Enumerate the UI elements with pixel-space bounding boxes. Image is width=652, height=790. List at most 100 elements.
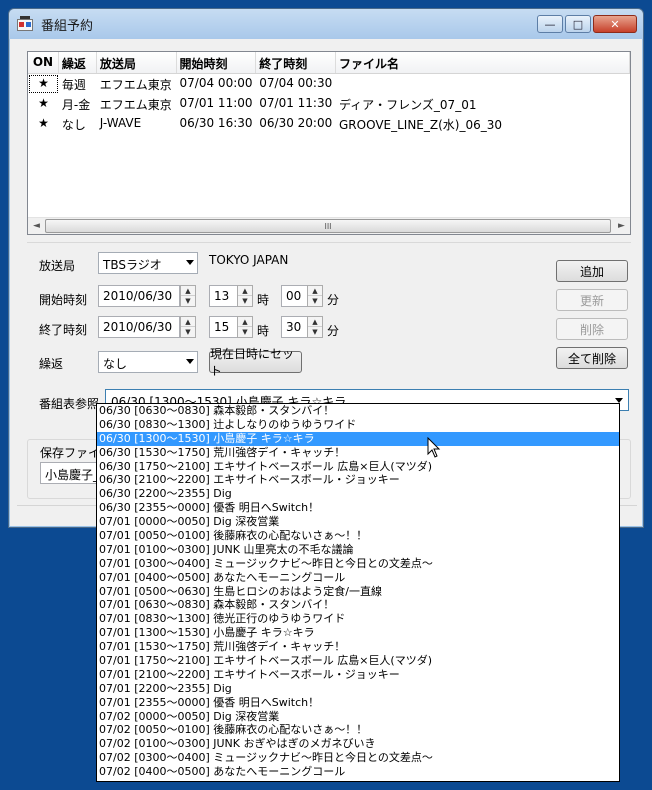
dropdown-item[interactable]: 07/01 [1750〜2100] エキサイトベースボール 広島×巨人(マツダ) bbox=[97, 654, 619, 668]
spin-up-icon[interactable]: ▲ bbox=[238, 317, 252, 327]
start-minute-stepper[interactable]: ▲ ▼ bbox=[307, 285, 323, 307]
row-repeat: 月-金 bbox=[61, 98, 91, 112]
start-date-field[interactable]: 2010/06/30 bbox=[98, 285, 180, 307]
dropdown-item[interactable]: 07/01 [0830〜1300] 徳光正行のゆうゆうワイド bbox=[97, 612, 619, 626]
end-hour-field[interactable]: 15 bbox=[209, 316, 238, 338]
minute-unit-label: 分 bbox=[327, 324, 340, 338]
title-bar[interactable]: 番組予約 — □ ✕ bbox=[9, 9, 643, 39]
repeat-label: 繰返 bbox=[39, 357, 64, 371]
maximize-button[interactable]: □ bbox=[565, 15, 591, 33]
dropdown-item[interactable]: 07/01 [0500〜0630] 生島ヒロシのおはよう定食/一直線 bbox=[97, 585, 619, 599]
row-filename: GROOVE_LINE_Z(水)_06_30 bbox=[339, 118, 503, 132]
spin-down-icon[interactable]: ▼ bbox=[308, 296, 322, 306]
end-minute-field[interactable]: 30 bbox=[281, 316, 308, 338]
row-filename bbox=[336, 74, 630, 94]
start-hour-field[interactable]: 13 bbox=[209, 285, 238, 307]
program-guide-dropdown[interactable]: 06/30 [0630〜0830] 森本毅郎・スタンバイ！ 06/30 [0830… bbox=[96, 403, 620, 782]
spin-up-icon[interactable]: ▲ bbox=[238, 286, 252, 296]
dropdown-item[interactable]: 07/01 [0050〜0100] 後藤麻衣の心配ないさぁ〜！！ bbox=[97, 529, 619, 543]
dropdown-item[interactable]: 07/02 [0000〜0050] Dig 深夜営業 bbox=[97, 710, 619, 724]
dropdown-item[interactable]: 07/01 [1300〜1530] 小島慶子 キラ☆キラ bbox=[97, 626, 619, 640]
spin-down-icon[interactable]: ▼ bbox=[181, 327, 195, 337]
list-header: ON 繰返 放送局 開始時刻 終了時刻 ファイル名 bbox=[28, 52, 630, 74]
dropdown-item[interactable]: 06/30 [0830〜1300] 辻よしなりのゆうゆうワイド bbox=[97, 418, 619, 432]
spin-down-icon[interactable]: ▼ bbox=[181, 296, 195, 306]
minimize-button[interactable]: — bbox=[537, 15, 563, 33]
col-header-start[interactable]: 開始時刻 bbox=[177, 52, 257, 73]
col-header-end[interactable]: 終了時刻 bbox=[256, 52, 337, 73]
update-button[interactable]: 更新 bbox=[556, 289, 628, 311]
app-clapperboard-icon bbox=[17, 16, 35, 32]
col-header-filename[interactable]: ファイル名 bbox=[336, 52, 630, 73]
end-hour-stepper[interactable]: ▲ ▼ bbox=[237, 316, 253, 338]
dropdown-item[interactable]: 07/02 [0100〜0300] JUNK おぎやはぎのメガネびいき bbox=[97, 737, 619, 751]
dropdown-item[interactable]: 06/30 [2100〜2200] エキサイトベースボール・ジョッキー bbox=[97, 473, 619, 487]
spin-down-icon[interactable]: ▼ bbox=[238, 296, 252, 306]
table-row[interactable]: ★ 月-金 エフエム東京 07/01 11:00 07/01 11:30 ディア… bbox=[28, 94, 630, 114]
spin-up-icon[interactable]: ▲ bbox=[181, 286, 195, 296]
row-station: J-WAVE bbox=[99, 116, 142, 130]
end-time-label: 終了時刻 bbox=[39, 323, 88, 337]
scroll-thumb[interactable]: III bbox=[45, 219, 611, 233]
dropdown-item[interactable]: 06/30 [1750〜2100] エキサイトベースボール 広島×巨人(マツダ) bbox=[97, 460, 619, 474]
end-date-stepper[interactable]: ▲ ▼ bbox=[180, 316, 196, 338]
dropdown-item[interactable]: 07/02 [0300〜0400] ミュージックナビ〜昨日と今日との文差点〜 bbox=[97, 751, 619, 765]
col-header-repeat[interactable]: 繰返 bbox=[59, 52, 97, 73]
delete-all-button[interactable]: 全て削除 bbox=[556, 347, 628, 369]
hour-unit-label: 時 bbox=[257, 293, 270, 307]
row-on-star[interactable]: ★ bbox=[28, 74, 59, 94]
start-date-stepper[interactable]: ▲ ▼ bbox=[180, 285, 196, 307]
spin-down-icon[interactable]: ▼ bbox=[308, 327, 322, 337]
scroll-right-arrow-icon[interactable]: ► bbox=[613, 218, 630, 234]
spin-up-icon[interactable]: ▲ bbox=[308, 286, 322, 296]
row-repeat: 毎週 bbox=[61, 78, 86, 92]
row-on-star[interactable]: ★ bbox=[28, 114, 59, 134]
dropdown-item[interactable]: 07/01 [2100〜2200] エキサイトベースボール・ジョッキー bbox=[97, 668, 619, 682]
add-button[interactable]: 追加 bbox=[556, 260, 628, 282]
dropdown-item[interactable]: 06/30 [2200〜2355] Dig bbox=[97, 487, 619, 501]
spin-down-icon[interactable]: ▼ bbox=[238, 327, 252, 337]
station-select-value: TBSラジオ bbox=[103, 258, 162, 272]
dropdown-item[interactable]: 07/02 [0050〜0100] 後藤麻衣の心配ないさぁ〜！！ bbox=[97, 723, 619, 737]
close-button[interactable]: ✕ bbox=[593, 15, 637, 33]
set-now-button[interactable]: 現在日時にセット bbox=[209, 347, 302, 378]
chevron-down-icon bbox=[186, 260, 194, 265]
end-date-field[interactable]: 2010/06/30 bbox=[98, 316, 180, 338]
row-start: 07/01 11:00 bbox=[179, 96, 253, 110]
dropdown-item[interactable]: 06/30 [2355〜0000] 優香 明日へSwitch！ bbox=[97, 501, 619, 515]
row-filename: ディア・フレンズ_07_01 bbox=[339, 98, 477, 112]
table-row[interactable]: ★ なし J-WAVE 06/30 16:30 06/30 20:00 GROO… bbox=[28, 114, 630, 134]
horizontal-scrollbar[interactable]: ◄ III ► bbox=[28, 217, 630, 234]
scroll-left-arrow-icon[interactable]: ◄ bbox=[28, 218, 45, 234]
dropdown-item[interactable]: 07/01 [0400〜0500] あなたへモーニングコール bbox=[97, 571, 619, 585]
spin-up-icon[interactable]: ▲ bbox=[181, 317, 195, 327]
reservation-list[interactable]: ON 繰返 放送局 開始時刻 終了時刻 ファイル名 ★ 毎週 エフエム東京 07… bbox=[27, 51, 631, 235]
dropdown-item[interactable]: 07/01 [0630〜0830] 森本毅郎・スタンバイ！ bbox=[97, 598, 619, 612]
reservation-form: 放送局 TBSラジオ TOKYO JAPAN 開始時刻 2010/06/30 ▲… bbox=[27, 242, 631, 427]
station-select[interactable]: TBSラジオ bbox=[98, 252, 198, 274]
start-minute-field[interactable]: 00 bbox=[281, 285, 308, 307]
dropdown-item[interactable]: 07/01 [2200〜2355] Dig bbox=[97, 682, 619, 696]
end-minute-stepper[interactable]: ▲ ▼ bbox=[307, 316, 323, 338]
dropdown-item[interactable]: 07/01 [2355〜0000] 優香 明日へSwitch！ bbox=[97, 696, 619, 710]
dropdown-item[interactable]: 06/30 [1530〜1750] 荒川強啓デイ・キャッチ！ bbox=[97, 446, 619, 460]
row-start: 07/04 00:00 bbox=[179, 76, 253, 90]
table-row[interactable]: ★ 毎週 エフエム東京 07/04 00:00 07/04 00:30 bbox=[28, 74, 630, 94]
col-header-on[interactable]: ON bbox=[28, 52, 59, 73]
spin-up-icon[interactable]: ▲ bbox=[308, 317, 322, 327]
col-header-station[interactable]: 放送局 bbox=[97, 52, 177, 73]
program-guide-label: 番組表参照 bbox=[39, 397, 100, 411]
row-station: エフエム東京 bbox=[99, 98, 172, 112]
dropdown-item[interactable]: 07/01 [1530〜1750] 荒川強啓デイ・キャッチ！ bbox=[97, 640, 619, 654]
row-on-star[interactable]: ★ bbox=[28, 94, 59, 114]
dropdown-item[interactable]: 07/01 [0300〜0400] ミュージックナビ〜昨日と今日との文差点〜 bbox=[97, 557, 619, 571]
repeat-select[interactable]: なし bbox=[98, 351, 198, 373]
start-hour-stepper[interactable]: ▲ ▼ bbox=[237, 285, 253, 307]
dropdown-item[interactable]: 06/30 [0630〜0830] 森本毅郎・スタンバイ！ bbox=[97, 404, 619, 418]
row-end: 07/01 11:30 bbox=[259, 96, 333, 110]
dropdown-item[interactable]: 07/01 [0100〜0300] JUNK 山里亮太の不毛な議論 bbox=[97, 543, 619, 557]
delete-button[interactable]: 削除 bbox=[556, 318, 628, 340]
dropdown-item[interactable]: 06/30 [1300〜1530] 小島慶子 キラ☆キラ bbox=[97, 431, 619, 446]
dropdown-item[interactable]: 07/02 [0400〜0500] あなたへモーニングコール bbox=[97, 765, 619, 779]
dropdown-item[interactable]: 07/01 [0000〜0050] Dig 深夜営業 bbox=[97, 515, 619, 529]
